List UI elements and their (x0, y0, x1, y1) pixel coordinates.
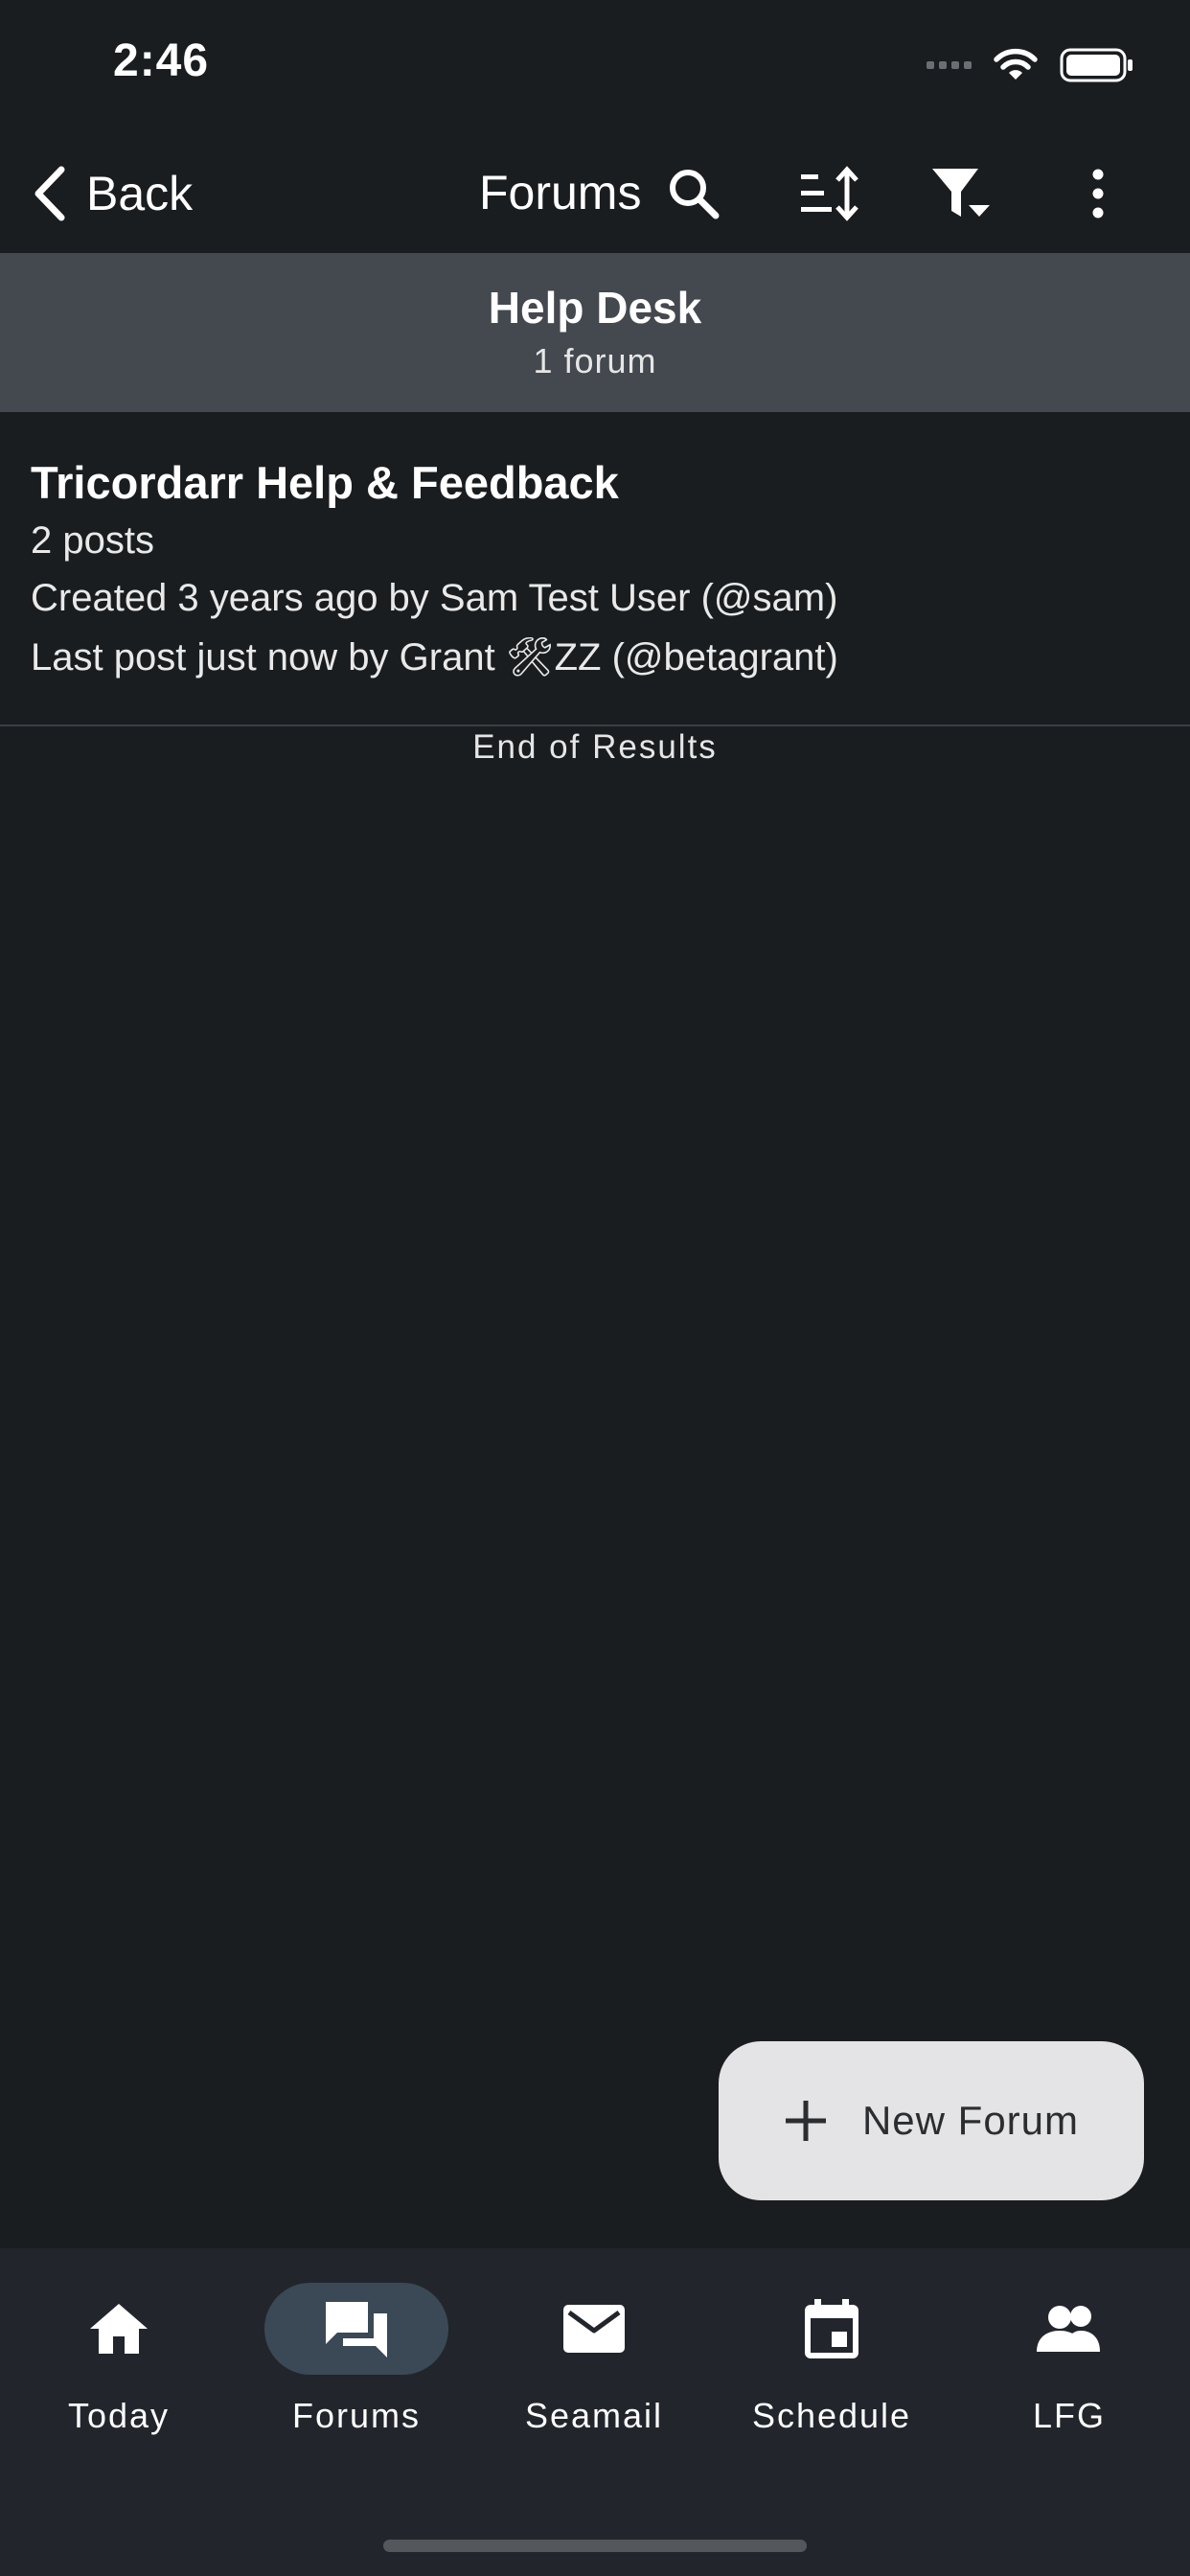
app-bar: Back Forums (0, 134, 1190, 253)
forum-last-post-info: Last post just now by Grant 🛠ZZ (@betagr… (31, 636, 838, 678)
new-forum-label: New Forum (861, 2098, 1080, 2143)
status-bar: 2:46 (0, 0, 1190, 134)
chevron-left-icon (34, 166, 65, 221)
nav-item-schedule[interactable]: Schedule (713, 2283, 950, 2436)
home-icon (90, 2304, 148, 2354)
page-title: Forums (479, 166, 642, 219)
forum-title: Tricordarr Help & Feedback (31, 457, 619, 508)
nav-pill-lfg (977, 2283, 1161, 2375)
plus-icon (785, 2101, 826, 2141)
status-icons (927, 42, 1134, 88)
nav-pill-forums (264, 2283, 448, 2375)
wifi-icon (994, 48, 1038, 80)
people-icon (1037, 2306, 1100, 2352)
nav-item-lfg[interactable]: LFG (950, 2283, 1188, 2436)
bottom-navigation: Today Forums Seamail Schedule LFG (0, 2248, 1190, 2576)
nav-pill-schedule (740, 2283, 924, 2375)
status-time: 2:46 (113, 35, 210, 86)
nav-label-lfg: LFG (1032, 2396, 1106, 2435)
nav-label-schedule: Schedule (751, 2396, 912, 2435)
nav-label-forums: Forums (291, 2396, 421, 2435)
home-indicator (383, 2540, 807, 2552)
cellular-signal-icon (927, 61, 972, 69)
mail-icon (563, 2305, 625, 2353)
calendar-icon (805, 2299, 858, 2358)
category-header: Help Desk 1 forum (0, 253, 1190, 412)
category-forum-count: 1 forum (533, 341, 657, 380)
back-button[interactable]: Back (29, 155, 193, 232)
nav-pill-today (27, 2283, 211, 2375)
back-label: Back (86, 167, 194, 220)
end-of-results: End of Results (472, 728, 718, 766)
nav-label-seamail: Seamail (524, 2396, 664, 2435)
search-icon (670, 170, 720, 219)
search-button[interactable] (655, 155, 732, 232)
nav-item-today[interactable]: Today (0, 2283, 238, 2436)
forum-created-info: Created 3 years ago by Sam Test User (@s… (31, 577, 838, 619)
more-vertical-icon (1092, 169, 1104, 218)
sort-button[interactable] (790, 155, 866, 232)
category-title: Help Desk (488, 283, 702, 333)
sort-icon (801, 166, 858, 221)
nav-label-today: Today (67, 2396, 171, 2435)
more-options-button[interactable] (1060, 155, 1136, 232)
filter-icon (932, 169, 990, 217)
nav-item-seamail[interactable]: Seamail (475, 2283, 713, 2436)
forum-post-count: 2 posts (31, 519, 154, 562)
forum-icon (326, 2302, 387, 2358)
nav-item-forums[interactable]: Forums (238, 2283, 475, 2436)
nav-pill-seamail (502, 2283, 686, 2375)
filter-button[interactable] (924, 155, 1000, 232)
forum-list-item[interactable]: Tricordarr Help & Feedback 2 posts Creat… (0, 412, 1190, 726)
battery-icon (1060, 48, 1133, 82)
new-forum-button[interactable]: New Forum (719, 2041, 1144, 2200)
